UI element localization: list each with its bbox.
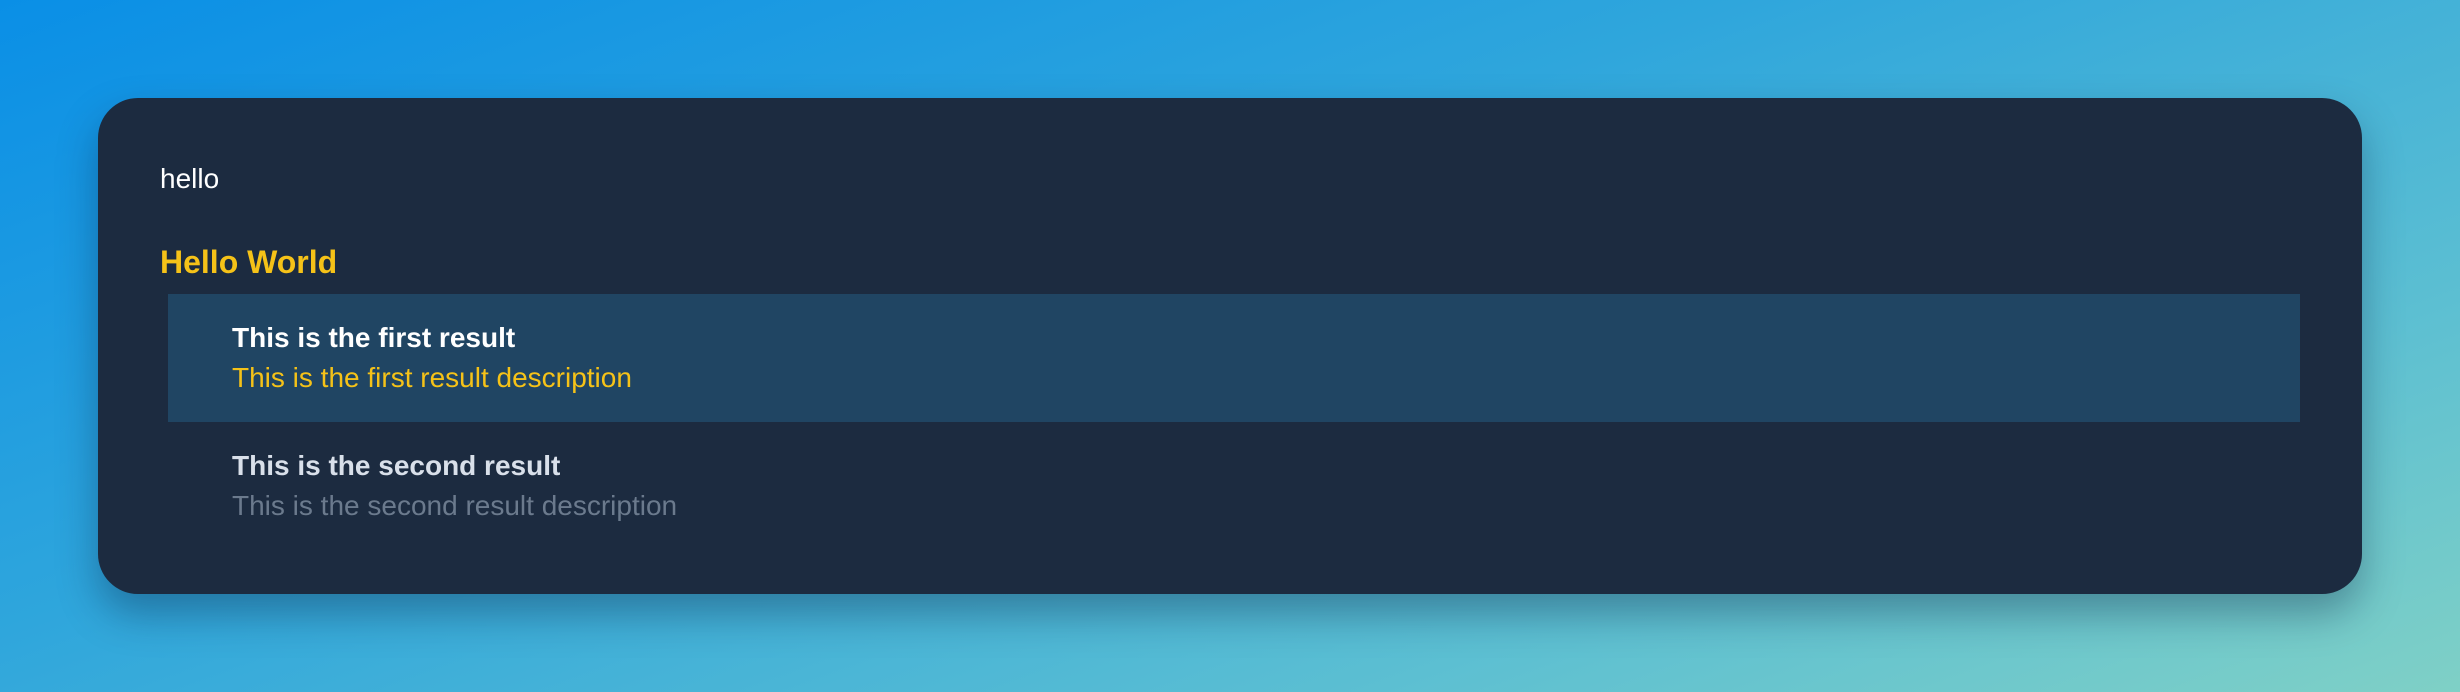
result-item-first[interactable]: This is the first result This is the fir…	[168, 294, 2300, 422]
result-item-second[interactable]: This is the second result This is the se…	[168, 422, 2300, 550]
result-group-title: Hello World	[160, 244, 338, 280]
result-description: This is the first result description	[232, 362, 632, 393]
result-title: This is the first result	[232, 322, 516, 353]
result-description: This is the second result description	[232, 490, 678, 521]
command-palette: Hello World This is the first result Thi…	[98, 98, 2362, 594]
result-title: This is the second result	[232, 450, 561, 481]
search-input[interactable]	[160, 154, 1560, 204]
